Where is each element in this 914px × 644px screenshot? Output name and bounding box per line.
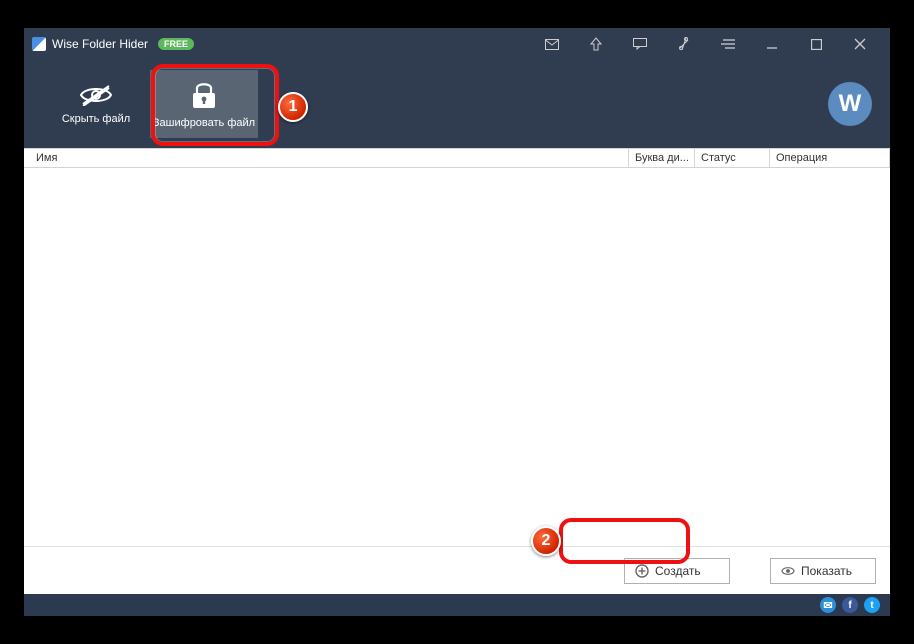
upgrade-icon[interactable]: [574, 28, 618, 60]
settings-icon[interactable]: [662, 28, 706, 60]
bottom-action-bar: Создать Показать: [24, 546, 890, 594]
column-name[interactable]: Имя: [24, 149, 629, 167]
titlebar: Wise Folder Hider FREE: [24, 28, 890, 60]
hide-file-label: Скрыть файл: [62, 113, 130, 125]
column-headers: Имя Буква ди... Статус Операция: [24, 148, 890, 168]
footer: ✉ f t: [24, 594, 890, 616]
column-drive[interactable]: Буква ди...: [629, 149, 695, 167]
titlebar-right: [530, 28, 882, 60]
mail-icon[interactable]: [530, 28, 574, 60]
app-title: Wise Folder Hider: [52, 37, 148, 51]
encrypt-file-button[interactable]: Зашифровать файл: [150, 70, 258, 138]
brand-logo: W: [828, 82, 872, 126]
show-button[interactable]: Показать: [770, 558, 876, 584]
maximize-button[interactable]: [794, 28, 838, 60]
eye-slash-icon: [79, 84, 113, 109]
show-label: Показать: [801, 564, 852, 578]
free-badge: FREE: [158, 38, 194, 50]
column-status[interactable]: Статус: [695, 149, 770, 167]
column-operation[interactable]: Операция: [770, 149, 890, 167]
create-label: Создать: [655, 564, 701, 578]
create-button[interactable]: Создать: [624, 558, 730, 584]
social-twitter-icon[interactable]: t: [864, 597, 880, 613]
plus-circle-icon: [635, 564, 649, 578]
menu-icon[interactable]: [706, 28, 750, 60]
titlebar-left: Wise Folder Hider FREE: [32, 37, 194, 51]
eye-icon: [781, 564, 795, 578]
lock-icon: [190, 80, 218, 113]
minimize-button[interactable]: [750, 28, 794, 60]
feedback-icon[interactable]: [618, 28, 662, 60]
close-button[interactable]: [838, 28, 882, 60]
brand-letter: W: [839, 90, 862, 118]
hide-file-button[interactable]: Скрыть файл: [42, 70, 150, 138]
social-mail-icon[interactable]: ✉: [820, 597, 836, 613]
social-facebook-icon[interactable]: f: [842, 597, 858, 613]
encrypt-file-label: Зашифровать файл: [153, 117, 255, 129]
file-list-area: [24, 168, 890, 546]
toolbar: Скрыть файл Зашифровать файл W: [24, 60, 890, 148]
app-icon: [32, 37, 46, 51]
app-window: Wise Folder Hider FREE: [24, 28, 890, 616]
